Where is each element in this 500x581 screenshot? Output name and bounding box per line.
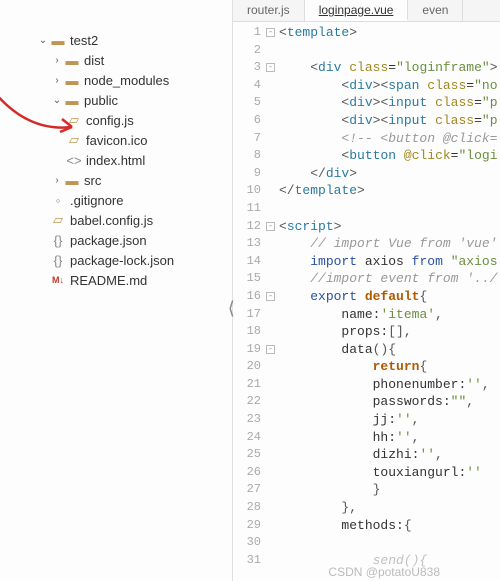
line-gutter: 1-23-456789101112-13141516-171819-202122… xyxy=(233,22,267,581)
tree-file[interactable]: ▱ babel.config.js xyxy=(8,210,224,230)
html-file-icon: <> xyxy=(66,152,82,168)
tree-folder[interactable]: ⌄ ▬ public xyxy=(8,90,224,110)
tree-folder[interactable]: › ▬ node_modules xyxy=(8,70,224,90)
tab-event[interactable]: even xyxy=(408,0,463,21)
editor-tabs: router.js loginpage.vue even xyxy=(233,0,500,22)
tree-label: index.html xyxy=(86,153,145,168)
tree-label: config.js xyxy=(86,113,134,128)
tree-label: babel.config.js xyxy=(70,213,153,228)
tree-file[interactable]: {} package.json xyxy=(8,230,224,250)
folder-open-icon: ▬ xyxy=(50,32,66,48)
tab-router[interactable]: router.js xyxy=(233,0,305,21)
file-explorer: ⌄ ▬ test2 › ▬ dist › ▬ node_modules ⌄ ▬ xyxy=(0,0,233,581)
tree-label: src xyxy=(84,173,101,188)
chevron-right-icon: › xyxy=(50,175,64,186)
tree-label: dist xyxy=(84,53,104,68)
tree-folder[interactable]: › ▬ src xyxy=(8,170,224,190)
ico-file-icon: ▱ xyxy=(66,132,82,148)
tree-label: test2 xyxy=(70,33,98,48)
tree-file[interactable]: ◦ .gitignore xyxy=(8,190,224,210)
tree-label: public xyxy=(84,93,118,108)
chevron-down-icon: ⌄ xyxy=(36,35,50,46)
watermark-text: CSDN @potatoU838 xyxy=(328,565,440,579)
tree-file[interactable]: ▱ config.js xyxy=(8,110,224,130)
json-file-icon: {} xyxy=(50,232,66,248)
tree-folder[interactable]: › ▬ dist xyxy=(8,50,224,70)
json-file-icon: {} xyxy=(50,252,66,268)
folder-icon: ▬ xyxy=(64,52,80,68)
code-content[interactable]: <template> <div class="loginframe"> <div… xyxy=(267,22,500,581)
collapse-handle-icon[interactable]: ⟨ xyxy=(226,298,237,320)
file-tree: ⌄ ▬ test2 › ▬ dist › ▬ node_modules ⌄ ▬ xyxy=(8,30,224,290)
chevron-right-icon: › xyxy=(50,55,64,66)
tree-label: package.json xyxy=(70,233,147,248)
chevron-right-icon: › xyxy=(50,75,64,86)
tree-file[interactable]: {} package-lock.json xyxy=(8,250,224,270)
tree-label: node_modules xyxy=(84,73,169,88)
folder-icon: ▬ xyxy=(64,72,80,88)
tree-root[interactable]: ⌄ ▬ test2 xyxy=(8,30,224,50)
tree-label: favicon.ico xyxy=(86,133,147,148)
tree-label: package-lock.json xyxy=(70,253,174,268)
js-file-icon: ▱ xyxy=(66,112,82,128)
code-editor: router.js loginpage.vue even 1-23-456789… xyxy=(233,0,500,581)
folder-icon: ▬ xyxy=(64,172,80,188)
tree-label: README.md xyxy=(70,273,147,288)
tree-label: .gitignore xyxy=(70,193,123,208)
tree-file[interactable]: <> index.html xyxy=(8,150,224,170)
file-icon: ◦ xyxy=(50,192,66,208)
folder-open-icon: ▬ xyxy=(64,92,80,108)
js-file-icon: ▱ xyxy=(50,212,66,228)
tree-file[interactable]: M↓ README.md xyxy=(8,270,224,290)
tab-loginpage[interactable]: loginpage.vue xyxy=(305,0,409,21)
tree-file[interactable]: ▱ favicon.ico xyxy=(8,130,224,150)
markdown-file-icon: M↓ xyxy=(50,272,66,288)
chevron-down-icon: ⌄ xyxy=(50,95,64,106)
